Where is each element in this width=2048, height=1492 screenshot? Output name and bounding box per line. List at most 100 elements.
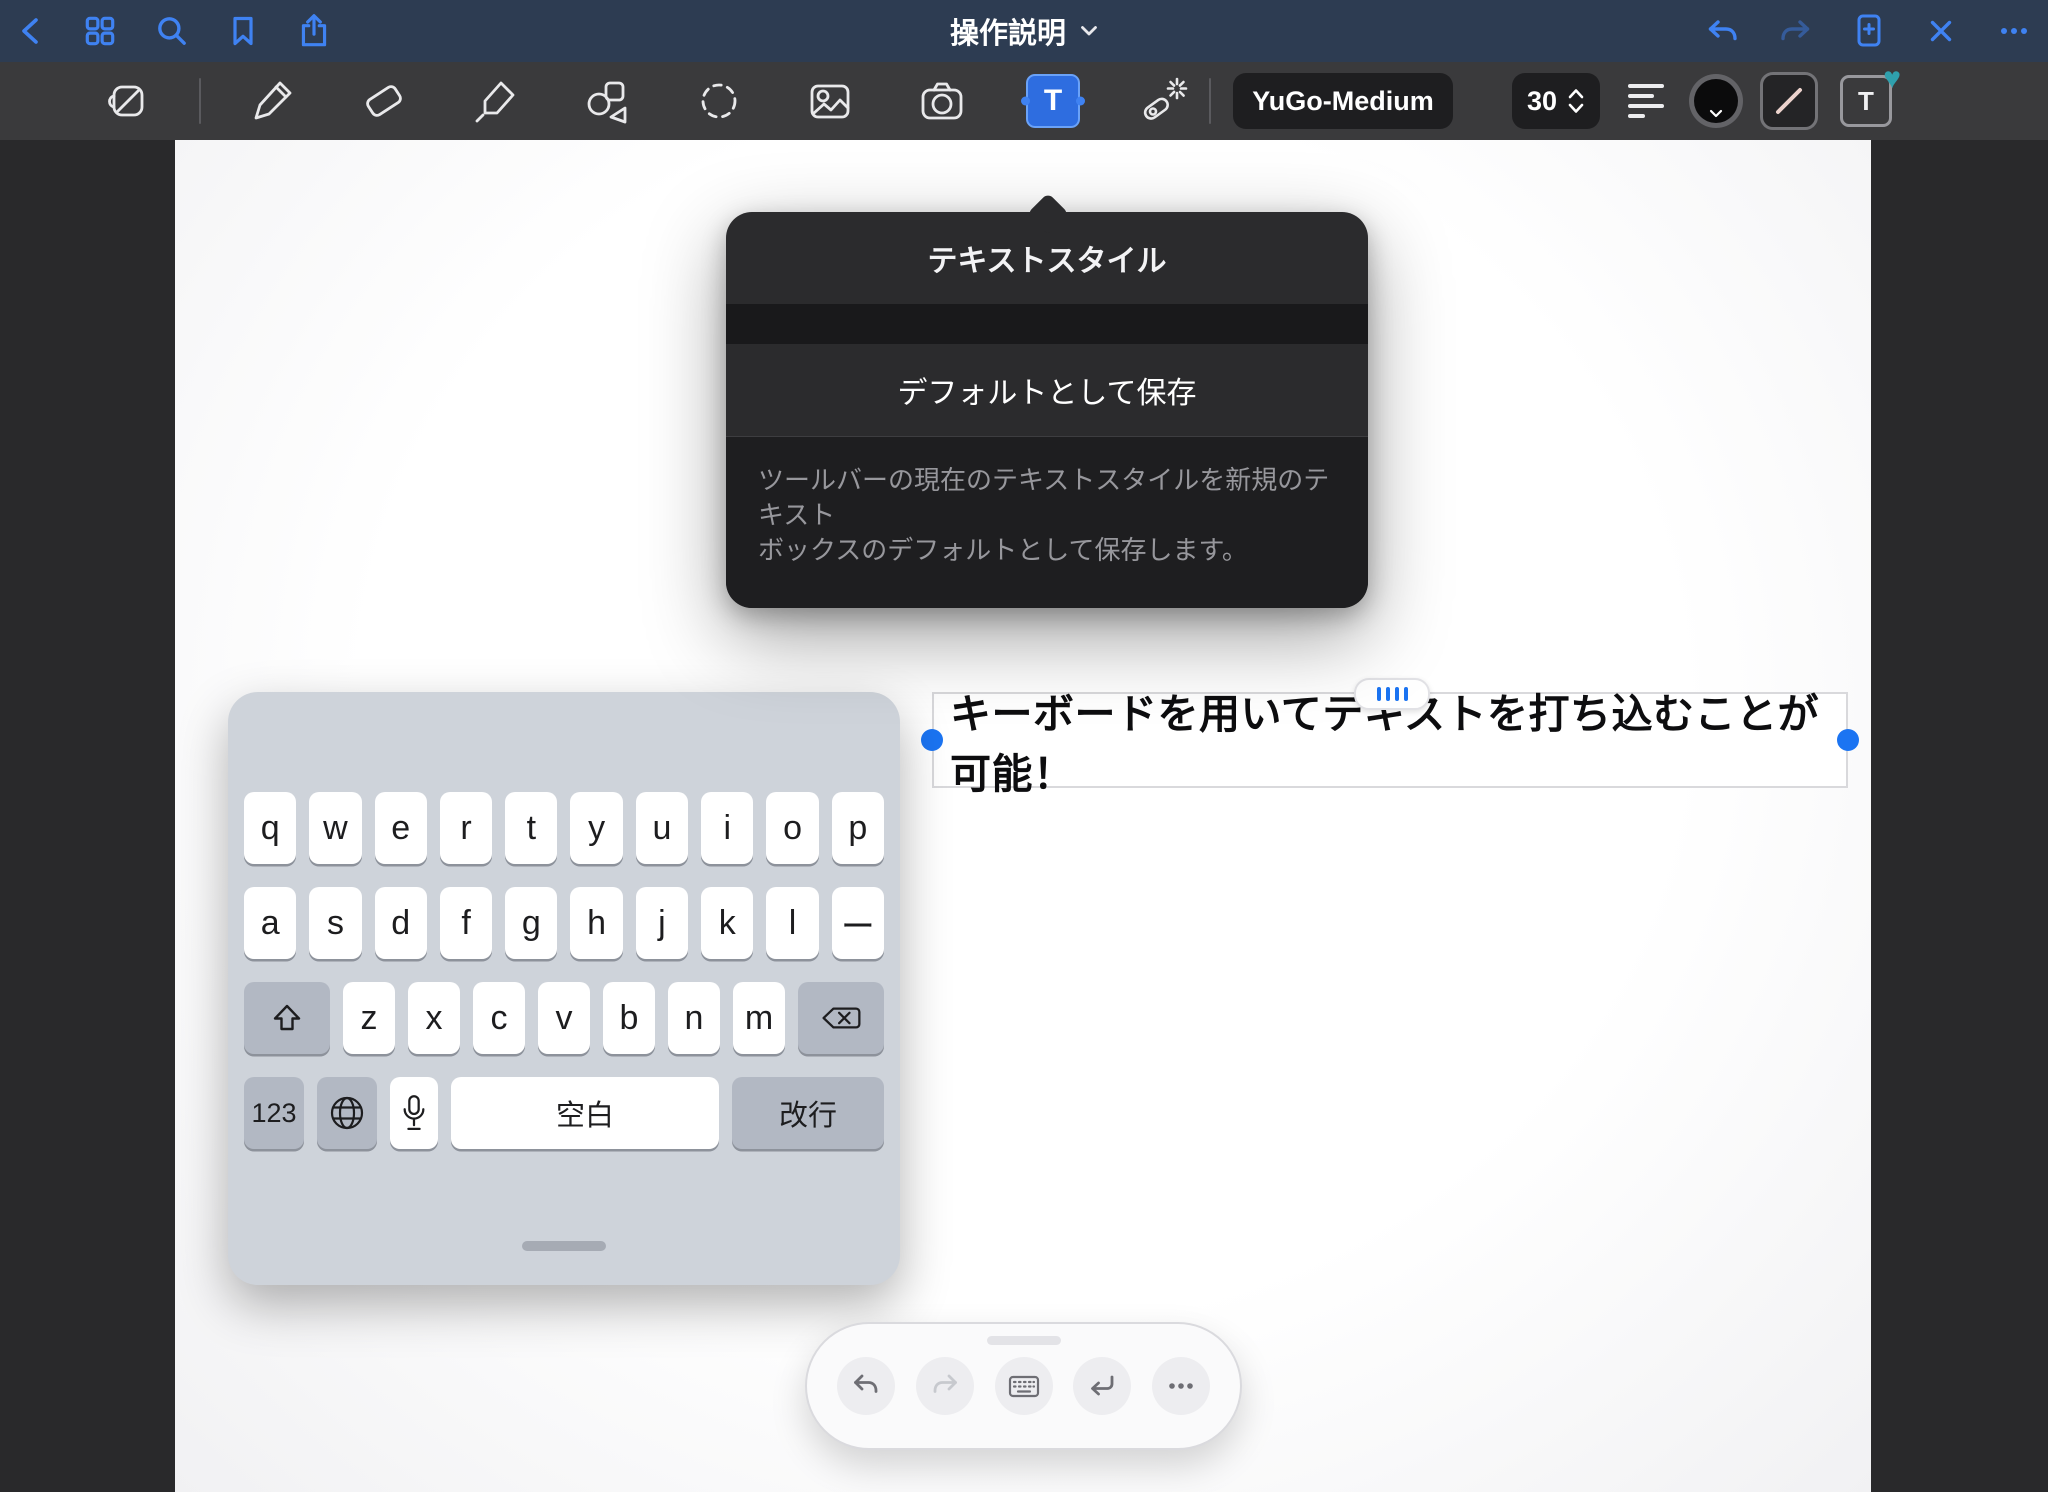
shift-key[interactable] <box>244 982 330 1054</box>
tools-toolbar: T YuGo-Medium 30 <box>0 62 2048 140</box>
edit-bar-buttons <box>837 1357 1210 1415</box>
camera-tool-icon[interactable] <box>917 76 967 126</box>
more-icon[interactable] <box>1152 1357 1210 1415</box>
key-c[interactable]: c <box>473 982 525 1054</box>
popover-description-line2: ボックスのデフォルトとして保存します。 <box>758 533 1336 568</box>
floating-edit-bar[interactable] <box>805 1322 1242 1450</box>
save-as-default-label: デフォルトとして保存 <box>897 368 1196 412</box>
toolbar-divider <box>1209 78 1211 124</box>
font-size-stepper[interactable]: 30 <box>1512 73 1600 129</box>
key-v[interactable]: v <box>538 982 590 1054</box>
laser-pointer-tool-icon[interactable] <box>1139 76 1191 126</box>
thumbnails-grid-button[interactable] <box>82 13 118 49</box>
share-icon[interactable] <box>296 12 332 50</box>
font-name-button[interactable]: YuGo-Medium <box>1233 73 1453 129</box>
eraser-tool-icon[interactable] <box>359 76 409 126</box>
favorite-heart-icon: ♥ <box>1883 64 1901 94</box>
redo-icon[interactable] <box>916 1357 974 1415</box>
key-s[interactable]: s <box>309 887 361 959</box>
key-j[interactable]: j <box>636 887 688 959</box>
text-color-button[interactable] <box>1689 74 1743 128</box>
floating-keyboard[interactable]: q w e r t y u i o p a s d f g h j k l <box>228 692 900 1285</box>
keyboard-toggle-icon[interactable] <box>995 1357 1053 1415</box>
key-m[interactable]: m <box>733 982 785 1054</box>
key-t[interactable]: t <box>505 792 557 864</box>
back-button[interactable] <box>16 14 46 48</box>
key-q[interactable]: q <box>244 792 296 864</box>
highlighter-tool-icon[interactable] <box>470 76 520 126</box>
font-name-label: YuGo-Medium <box>1252 86 1434 117</box>
key-o[interactable]: o <box>766 792 818 864</box>
keyboard-rows: q w e r t y u i o p a s d f g h j k l <box>244 792 884 1172</box>
toolbar-divider <box>199 78 201 124</box>
edit-bar-drag-handle[interactable] <box>987 1336 1061 1345</box>
app-window: 操作説明 <box>0 0 2048 1492</box>
mic-icon <box>400 1093 428 1133</box>
search-icon[interactable] <box>154 13 190 49</box>
document-title[interactable]: 操作説明 <box>950 0 1098 62</box>
text-style-button[interactable]: T ♥ <box>1840 75 1892 127</box>
popover-description: ツールバーの現在のテキストスタイルを新規のテキスト ボックスのデフォルトとして保… <box>726 436 1368 608</box>
backspace-key[interactable] <box>798 982 884 1054</box>
return-icon[interactable] <box>1073 1357 1131 1415</box>
key-p[interactable]: p <box>832 792 884 864</box>
key-w[interactable]: w <box>309 792 361 864</box>
key-dash[interactable]: ー <box>832 887 884 959</box>
keyboard-row-4: 123 空白 改行 <box>244 1077 884 1149</box>
key-z[interactable]: z <box>343 982 395 1054</box>
text-box-drag-handle[interactable] <box>1354 678 1430 710</box>
text-box-resize-handle-right[interactable] <box>1837 729 1859 751</box>
key-r[interactable]: r <box>440 792 492 864</box>
keyboard-drag-handle[interactable] <box>522 1241 606 1251</box>
keyboard-row-1: q w e r t y u i o p <box>244 792 884 864</box>
keyboard-row-2: a s d f g h j k l ー <box>244 887 884 959</box>
image-tool-icon[interactable] <box>805 76 855 126</box>
close-edit-icon[interactable] <box>1924 14 1958 48</box>
key-l[interactable]: l <box>766 887 818 959</box>
globe-key[interactable] <box>317 1077 377 1149</box>
top-nav-bar: 操作説明 <box>0 0 2048 62</box>
numbers-key[interactable]: 123 <box>244 1077 304 1149</box>
key-e[interactable]: e <box>375 792 427 864</box>
mic-key[interactable] <box>390 1077 438 1149</box>
key-k[interactable]: k <box>701 887 753 959</box>
popover-title: テキストスタイル <box>726 212 1368 304</box>
add-page-icon[interactable] <box>1852 12 1886 50</box>
return-key[interactable]: 改行 <box>732 1077 884 1149</box>
text-tool-handle-right <box>1076 97 1085 106</box>
key-x[interactable]: x <box>408 982 460 1054</box>
key-h[interactable]: h <box>570 887 622 959</box>
key-a[interactable]: a <box>244 887 296 959</box>
pen-tool-icon[interactable] <box>247 76 297 126</box>
key-n[interactable]: n <box>668 982 720 1054</box>
chevron-down-icon <box>1709 109 1723 118</box>
text-box-resize-handle-left[interactable] <box>921 729 943 751</box>
key-d[interactable]: d <box>375 887 427 959</box>
key-i[interactable]: i <box>701 792 753 864</box>
text-tool-selected[interactable]: T <box>1026 74 1080 128</box>
space-key[interactable]: 空白 <box>451 1077 719 1149</box>
stroke-style-button[interactable] <box>1760 72 1818 130</box>
key-g[interactable]: g <box>505 887 557 959</box>
text-align-button[interactable] <box>1628 84 1664 118</box>
backspace-icon <box>819 1002 863 1034</box>
redo-icon[interactable] <box>1778 14 1814 48</box>
text-tool-handle-left <box>1021 97 1030 106</box>
key-b[interactable]: b <box>603 982 655 1054</box>
text-tool-label: T <box>1044 84 1062 118</box>
bookmark-icon[interactable] <box>226 13 260 49</box>
key-u[interactable]: u <box>636 792 688 864</box>
shift-icon <box>270 1001 304 1035</box>
save-as-default-button[interactable]: デフォルトとして保存 <box>726 344 1368 436</box>
shapes-tool-icon[interactable] <box>582 76 632 126</box>
more-icon[interactable] <box>1996 14 2032 48</box>
collapse-toolbar-icon[interactable] <box>102 76 152 126</box>
font-size-value: 30 <box>1527 86 1557 117</box>
key-f[interactable]: f <box>440 887 492 959</box>
undo-icon[interactable] <box>837 1357 895 1415</box>
key-y[interactable]: y <box>570 792 622 864</box>
globe-icon <box>328 1094 366 1132</box>
undo-icon[interactable] <box>1704 14 1740 48</box>
text-style-popover: テキストスタイル デフォルトとして保存 ツールバーの現在のテキストスタイルを新規… <box>726 212 1368 608</box>
lasso-tool-icon[interactable] <box>694 76 744 126</box>
